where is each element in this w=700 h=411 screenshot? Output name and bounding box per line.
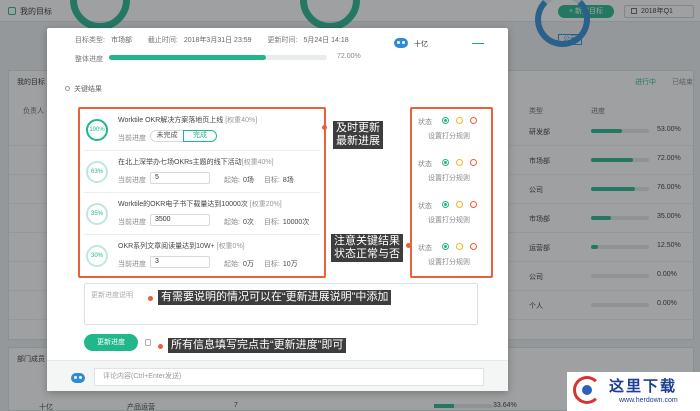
meta-type-label: 目标类型: — [75, 37, 105, 44]
comment-input[interactable]: 评论内容(Ctrl+Enter发送) — [94, 368, 484, 386]
kr-title: OKR系列文章阅读量达到10W+ [权重0%] — [118, 243, 245, 250]
kr-start-value: 0场 — [242, 177, 254, 184]
kr-status-row: 状态 设置打分规则 — [416, 153, 489, 193]
status-delayed-radio[interactable] — [470, 243, 477, 250]
owner-name: 十亿 — [414, 41, 428, 48]
meta-deadline-value: 2018年3月31日 23:59 — [183, 37, 252, 44]
key-result-row: 35% Worktile的OKR电子书下载量达到10000次 [权重20%] 当… — [84, 195, 320, 235]
status-label: 状态 — [418, 119, 432, 126]
callout-marker — [148, 296, 153, 301]
scoring-rule-link[interactable]: 设置打分规则 — [428, 131, 470, 141]
kr-progress-label: 当前进度 — [118, 219, 146, 226]
kr-range: 起始: 0场 目标: 8场 — [224, 177, 294, 184]
kr-target-value: 10万 — [282, 261, 298, 268]
callout-submit-hint: 所有信息填写完点击“更新进度”即可 — [168, 338, 347, 353]
attachment-icon[interactable] — [145, 339, 151, 346]
kr-status-row: 状态 设置打分规则 — [416, 237, 489, 277]
meta-updated-label: 更新时间: — [267, 37, 298, 44]
kr-target-value: 8场 — [282, 177, 294, 184]
meta-updated-value: 5月24日 14:18 — [303, 37, 349, 44]
kr-progress-ring: 63% — [86, 161, 108, 183]
key-result-row: 63% 在北上深举办七场OKRs主题的线下活动[权重40%] 当前进度 5 起始… — [84, 153, 320, 193]
kr-target-value: 10000次 — [282, 219, 310, 226]
status-normal-radio[interactable] — [442, 201, 449, 208]
status-delayed-radio[interactable] — [470, 117, 477, 124]
callout-marker — [406, 243, 411, 248]
kr-status-row: 状态 设置打分规则 — [416, 111, 489, 151]
callout-marker — [158, 344, 163, 349]
status-normal-radio[interactable] — [442, 159, 449, 166]
kr-progress-ring: 100% — [86, 119, 108, 141]
update-progress-button[interactable]: 更新进度 — [84, 334, 138, 351]
watermark-name: 这里下载 — [609, 378, 678, 395]
kr-progress-label: 当前进度 — [118, 135, 146, 142]
status-risk-radio[interactable] — [456, 159, 463, 166]
status-risk-radio[interactable] — [456, 243, 463, 250]
status-label: 状态 — [418, 245, 432, 252]
goal-meta: 目标类型: 市场部 截止时间: 2018年3月31日 23:59 更新时间: 5月24… — [75, 35, 363, 45]
update-progress-dialog: 目标类型: 市场部 截止时间: 2018年3月31日 23:59 更新时间: 5月24… — [47, 28, 508, 391]
scoring-rule-link[interactable]: 设置打分规则 — [428, 257, 470, 267]
kr-start-value: 0万 — [242, 261, 254, 268]
callout-note-hint: 有需要说明的情况可以在“更新进展说明”中添加 — [158, 290, 392, 305]
comment-bar: 评论内容(Ctrl+Enter发送) — [47, 360, 508, 391]
scoring-rule-link[interactable]: 设置打分规则 — [428, 215, 470, 225]
overall-progress-pct: 72.00% — [337, 53, 361, 60]
meta-deadline-label: 截止时间: — [147, 37, 178, 44]
watermark-url: www.herdown.com — [619, 397, 678, 404]
kr-progress-ring: 35% — [86, 203, 108, 225]
kr-status-row: 状态 设置打分规则 — [416, 195, 489, 235]
key-results-list: 100% Worktile OKR解决方案落地页上线 [权重40%] 当前进度 … — [78, 107, 326, 278]
callout-marker — [322, 125, 327, 130]
note-placeholder: 更新进度说明 — [91, 292, 133, 299]
kr-title: 在北上深举办七场OKRs主题的线下活动[权重40%] — [118, 159, 274, 166]
kr-progress-label: 当前进度 — [118, 261, 146, 268]
overall-progress-label: 整体进度 — [75, 56, 103, 63]
watermark: 这里下载 www.herdown.com — [567, 372, 700, 411]
overall-progress-bar — [109, 55, 327, 60]
kr-start-value: 0次 — [242, 219, 254, 226]
kr-range: 起始: 0次 目标: 10000次 — [224, 219, 310, 226]
commenter-avatar — [71, 373, 85, 383]
status-risk-radio[interactable] — [456, 201, 463, 208]
kr-range: 起始: 0万 目标: 10万 — [224, 261, 298, 268]
key-result-row: 100% Worktile OKR解决方案落地页上线 [权重40%] 当前进度 … — [84, 111, 320, 151]
kr-current-input[interactable]: 5 — [150, 172, 210, 184]
kr-current-input[interactable]: 3 — [150, 256, 210, 268]
status-label: 状态 — [418, 203, 432, 210]
scoring-rule-link[interactable]: 设置打分规则 — [428, 173, 470, 183]
incomplete-option[interactable]: 未完成 — [150, 130, 184, 142]
owner-avatar — [394, 38, 408, 48]
kr-progress-ring: 30% — [86, 245, 108, 267]
dash-icon — [472, 43, 484, 44]
status-label: 状态 — [418, 161, 432, 168]
status-delayed-radio[interactable] — [470, 159, 477, 166]
watermark-logo-icon — [573, 376, 601, 404]
status-delayed-radio[interactable] — [470, 201, 477, 208]
kr-title: Worktile OKR解决方案落地页上线 [权重40%] — [118, 117, 258, 124]
kr-complete-toggle: 未完成 完成 — [150, 130, 217, 142]
status-normal-radio[interactable] — [442, 243, 449, 250]
kr-progress-label: 当前进度 — [118, 177, 146, 184]
key-result-row: 30% OKR系列文章阅读量达到10W+ [权重0%] 当前进度 3 起始: 0万… — [84, 237, 320, 277]
kr-current-input[interactable]: 3500 — [150, 214, 210, 226]
meta-type-value: 市场部 — [110, 37, 132, 44]
complete-option[interactable]: 完成 — [183, 130, 217, 142]
callout-status-note: 注意关键结果 状态正常与否 — [331, 234, 403, 262]
location-icon — [65, 86, 70, 91]
callout-timely-update: 及时更新 最新进展 — [333, 121, 383, 149]
kr-status-list: 状态 设置打分规则 状态 设置打分规则 状态 设置打分规则 状态 设置打分规则 — [410, 107, 493, 278]
status-risk-radio[interactable] — [456, 117, 463, 124]
kr-title: Worktile的OKR电子书下载量达到10000次 [权重20%] — [118, 201, 282, 208]
status-normal-radio[interactable] — [442, 117, 449, 124]
key-results-title: 关键结果 — [65, 84, 102, 94]
